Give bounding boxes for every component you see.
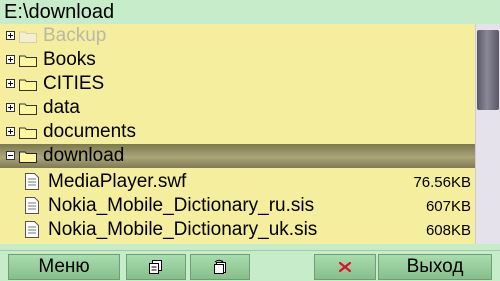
folder-row-download[interactable]: download <box>0 144 475 168</box>
folder-row-books[interactable]: Books <box>0 48 475 72</box>
copy-rotate-icon <box>214 259 226 274</box>
file-tree[interactable]: Backup Books CITIES data documents downl… <box>0 24 475 244</box>
file-name: MediaPlayer.swf <box>48 171 187 192</box>
document-icon <box>25 197 39 214</box>
folder-icon <box>19 31 37 43</box>
expand-icon[interactable] <box>6 103 15 112</box>
folder-label: download <box>43 145 125 166</box>
folder-label: Books <box>43 49 96 70</box>
copy-icon <box>149 260 162 274</box>
file-row[interactable]: Nokia_Mobile_Dictionary_ru.sis 607KB <box>0 194 475 218</box>
file-size: 608KB <box>425 222 471 239</box>
copy-rotate-button[interactable] <box>190 254 250 280</box>
file-row[interactable]: MediaPlayer.swf 76.56KB <box>0 170 475 194</box>
collapse-icon[interactable] <box>6 151 15 160</box>
expand-icon[interactable] <box>6 55 15 64</box>
folder-label: data <box>43 97 80 118</box>
folder-row-backup[interactable]: Backup <box>0 24 475 48</box>
folder-icon <box>19 55 37 67</box>
folder-label: CITIES <box>43 73 105 94</box>
close-button[interactable] <box>314 254 376 280</box>
folder-label: documents <box>43 121 136 142</box>
menu-softkey[interactable]: Меню <box>8 254 120 280</box>
folder-row-data[interactable]: data <box>0 96 475 120</box>
folder-icon <box>19 79 37 91</box>
file-name: Nokia_Mobile_Dictionary_uk.sis <box>48 219 318 240</box>
current-path: E:\download <box>4 1 115 23</box>
title-bar: E:\download <box>0 0 500 24</box>
folder-open-icon <box>19 151 37 163</box>
file-size: 76.56KB <box>413 174 471 191</box>
exit-softkey[interactable]: Выход <box>378 254 492 280</box>
expand-icon[interactable] <box>6 127 15 136</box>
folder-label: Backup <box>43 25 107 46</box>
file-row[interactable]: Nokia_Mobile_Dictionary_uk.sis 608KB <box>0 218 475 242</box>
vertical-scrollbar[interactable] <box>475 24 500 244</box>
menu-softkey-label: Меню <box>38 256 90 277</box>
document-icon <box>25 173 39 190</box>
folder-row-cities[interactable]: CITIES <box>0 72 475 96</box>
expand-icon[interactable] <box>6 79 15 88</box>
file-name: Nokia_Mobile_Dictionary_ru.sis <box>48 195 315 216</box>
document-icon <box>25 221 39 238</box>
softkey-bar: Меню Выход <box>0 250 500 281</box>
scrollbar-thumb[interactable] <box>477 30 499 110</box>
expand-icon[interactable] <box>6 31 15 40</box>
folder-icon <box>19 127 37 139</box>
close-x-icon <box>338 261 352 273</box>
exit-softkey-label: Выход <box>406 256 464 277</box>
folder-icon <box>19 103 37 115</box>
file-size: 607KB <box>425 198 471 215</box>
copy-button[interactable] <box>126 254 186 280</box>
folder-row-documents[interactable]: documents <box>0 120 475 144</box>
